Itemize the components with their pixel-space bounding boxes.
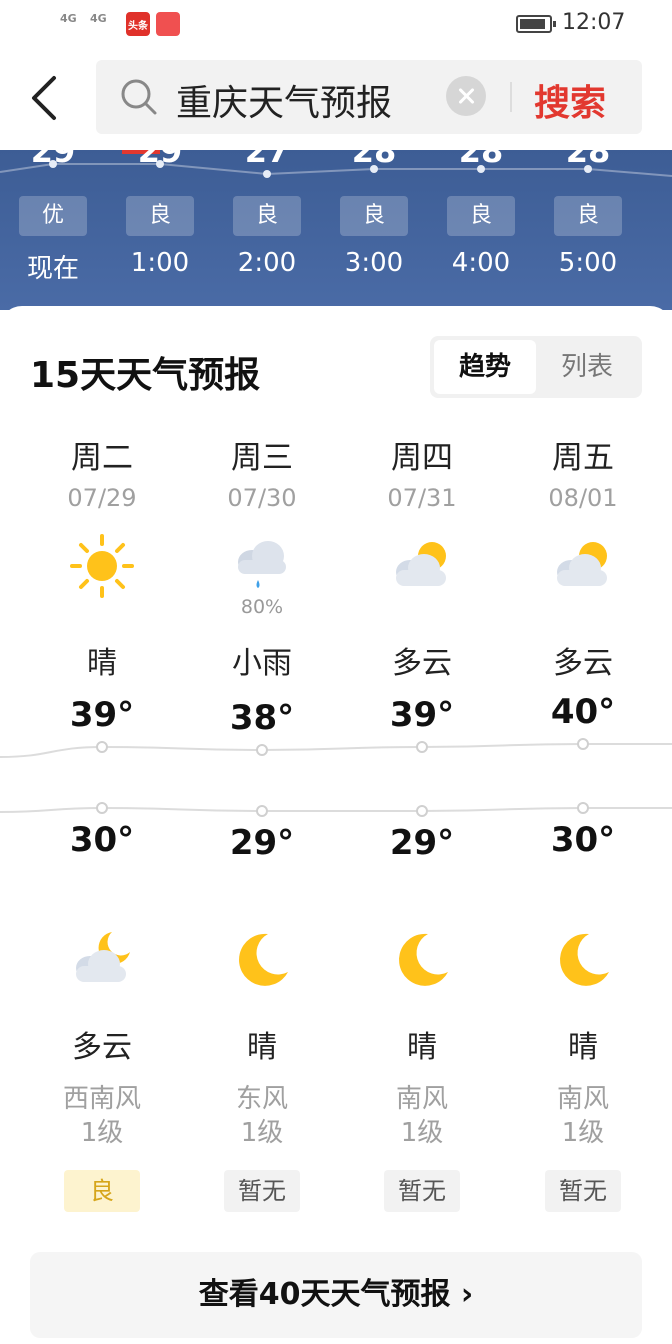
wind-info: 南风 1级 — [342, 1082, 502, 1150]
air-quality-badge: 暂无 — [545, 1170, 621, 1212]
day-condition: 多云 — [392, 646, 452, 681]
status-time: 12:07 — [562, 10, 626, 35]
high-temp: 39° — [69, 695, 135, 735]
wind-level: 1级 — [240, 1118, 284, 1148]
hourly-item: 28 良 4:00 — [441, 150, 521, 310]
wind-info: 东风 1级 — [182, 1082, 342, 1150]
hourly-aqi-badge: 良 — [233, 196, 301, 236]
high-temp: 38° — [229, 698, 295, 738]
hourly-time: 1:00 — [130, 248, 190, 278]
day-condition: 多云 — [553, 646, 613, 681]
hourly-time: 3:00 — [344, 248, 404, 278]
moon-cloud-icon — [68, 926, 136, 994]
hourly-item: 27 良 2:00 — [227, 150, 307, 310]
partly-cloudy-icon — [549, 532, 617, 600]
battery-icon — [516, 15, 556, 33]
hourly-temp: 27 — [244, 150, 290, 170]
moon-icon — [228, 926, 296, 994]
night-condition: 多云 — [72, 1030, 132, 1065]
hourly-temp-dot — [156, 160, 164, 168]
wind-level: 1级 — [561, 1118, 605, 1148]
wind-direction: 东风 — [235, 1084, 288, 1114]
low-temp: 29° — [389, 823, 455, 863]
hourly-temp-dot — [263, 170, 271, 178]
search-box[interactable]: 重庆天气预报 搜索 — [96, 60, 642, 134]
wind-info: 西南风 1级 — [22, 1082, 182, 1150]
hourly-forecast[interactable]: 29优现在29良1:0027良2:0028良3:0028良4:0028良5:00 — [0, 150, 672, 310]
forecast-weekday: 周五 — [552, 440, 614, 476]
wind-info: 南风 1级 — [503, 1082, 663, 1150]
air-quality-badge: 暂无 — [224, 1170, 300, 1212]
air-quality-badge: 暂无 — [384, 1170, 460, 1212]
forecast-weekday: 周二 — [71, 440, 133, 476]
forecast-day[interactable]: 周二 07/29 晴 39° 30° 多云西南风 1级良 — [22, 306, 182, 1344]
hourly-aqi-badge: 良 — [126, 196, 194, 236]
signal-icon: 4G — [60, 12, 77, 25]
app-notification-icon — [156, 12, 180, 36]
moon-icon — [549, 926, 617, 994]
hourly-temp-dot — [49, 160, 57, 168]
search-input[interactable]: 重庆天气预报 — [176, 74, 392, 126]
forecast-date: 07/31 — [387, 484, 457, 512]
forecast-weekday: 周三 — [231, 440, 293, 476]
high-temp: 39° — [389, 695, 455, 735]
hourly-temp-dot — [477, 165, 485, 173]
sun-icon — [68, 532, 136, 600]
rain-cloud-icon — [228, 532, 296, 600]
wind-level: 1级 — [400, 1118, 444, 1148]
partly-cloudy-icon — [388, 532, 456, 600]
search-header: 重庆天气预报 搜索 — [0, 50, 672, 150]
hourly-aqi-badge: 良 — [340, 196, 408, 236]
view-40-day-forecast-button[interactable]: 查看40天天气预报 › — [30, 1252, 642, 1338]
forecast-card: 15天天气预报 趋势 列表 周二 07/29 晴 39° 30° 多云 西南风 1级良周三 07… — [0, 306, 672, 1344]
hourly-item: 29优现在 — [13, 150, 93, 310]
status-bar: 4G 4G 头条 12:07 — [0, 0, 672, 50]
hourly-temp-dot — [584, 165, 592, 173]
clear-icon[interactable] — [446, 76, 486, 116]
back-arrow-icon[interactable] — [26, 74, 66, 122]
wind-direction: 南风 — [556, 1084, 609, 1114]
forecast-weekday: 周四 — [391, 440, 453, 476]
night-condition: 晴 — [568, 1030, 598, 1065]
day-condition: 小雨 — [232, 646, 292, 681]
high-temp: 40° — [550, 692, 616, 732]
precipitation-chance: 80% — [240, 596, 284, 618]
hourly-aqi-badge: 良 — [447, 196, 515, 236]
night-condition: 晴 — [247, 1030, 277, 1065]
forecast-day[interactable]: 周四 07/31 多云 39° 29° 晴南风 1级暂无 — [342, 306, 502, 1344]
hourly-item: 28 良 3:00 — [334, 150, 414, 310]
hourly-time: 5:00 — [558, 248, 618, 278]
night-condition: 晴 — [407, 1030, 437, 1065]
low-temp: 30° — [550, 820, 616, 860]
hourly-aqi-badge: 良 — [554, 196, 622, 236]
search-button[interactable]: 搜索 — [534, 74, 606, 126]
wind-direction: 西南风 — [62, 1084, 141, 1114]
low-temp: 29° — [229, 823, 295, 863]
hourly-time: 4:00 — [451, 248, 511, 278]
hourly-item: 29良1:00 — [120, 150, 200, 310]
air-quality-badge: 良 — [64, 1170, 140, 1212]
hourly-item: 28 良 5:00 — [548, 150, 628, 310]
search-icon — [121, 79, 157, 115]
forecast-date: 08/01 — [548, 484, 618, 512]
low-temp: 30° — [69, 820, 135, 860]
hourly-time: 2:00 — [237, 248, 297, 278]
wind-level: 1级 — [80, 1118, 124, 1148]
forecast-day[interactable]: 周三 07/30 80% 小雨 38° 29° 晴东风 1级暂无 — [182, 306, 342, 1344]
hourly-time: 现在 — [26, 254, 79, 284]
hourly-temp-dot — [370, 165, 378, 173]
signal-icon: 4G — [90, 12, 107, 25]
divider — [510, 82, 512, 112]
wind-direction: 南风 — [395, 1084, 448, 1114]
forecast-date: 07/30 — [227, 484, 297, 512]
forecast-date: 07/29 — [67, 484, 137, 512]
day-condition: 晴 — [87, 646, 117, 681]
app-notification-icon: 头条 — [126, 12, 150, 36]
hourly-aqi-badge: 优 — [19, 196, 87, 236]
moon-icon — [388, 926, 456, 994]
forecast-day[interactable]: 周五 08/01 多云 40° 30° 晴南风 1级暂无 — [503, 306, 663, 1344]
